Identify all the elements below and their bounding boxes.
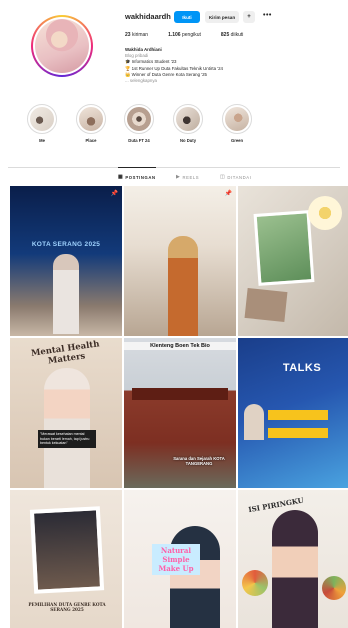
- username: wakhidaardh: [125, 12, 171, 21]
- story-highlights: Me Place Duta FT 24 No Duty Green: [0, 104, 348, 148]
- person-figure: [44, 368, 90, 488]
- followers-stat[interactable]: 1.106 pengikut: [168, 32, 201, 38]
- post-overlay-text: Mental Health Matters: [30, 339, 101, 367]
- post-caption: Sarana dan Sejarah KOTA TANGERANG: [173, 456, 225, 466]
- following-stat[interactable]: 825 diikuti: [221, 32, 244, 38]
- highlight-label: Me: [39, 138, 45, 143]
- tagged-icon: ◫: [220, 174, 226, 180]
- post-thumbnail[interactable]: Natural Simple Make Up: [124, 490, 236, 628]
- post-caption: "Merawat kesehatan mental bukan berarti …: [38, 430, 96, 448]
- tab-posts[interactable]: ▦ POSTINGAN: [118, 167, 156, 180]
- post-thumbnail[interactable]: Mental Health Matters "Merawat kesehatan…: [10, 338, 122, 488]
- highlight-image: [176, 107, 200, 131]
- profile-stats: 23 kiriman 1.106 pengikut 825 diikuti: [125, 32, 243, 38]
- post-overlay-text: KOTA SERANG 2025: [31, 241, 101, 248]
- post-overlay-text: Klenteng Boen Tek Bio: [124, 342, 236, 350]
- posts-stat: 23 kiriman: [125, 32, 149, 38]
- tab-tagged[interactable]: ◫ DITANDAI: [220, 174, 251, 180]
- banner-bar: [268, 410, 328, 420]
- avatar[interactable]: [31, 15, 93, 77]
- highlight-green[interactable]: Green: [220, 104, 254, 143]
- bio-more-link[interactable]: ... selengkapnya: [125, 78, 325, 84]
- highlight-label: Duta FT 24: [128, 138, 150, 143]
- pinned-icon: 📌: [224, 191, 232, 197]
- plate-decoration: [242, 570, 268, 596]
- post-thumbnail[interactable]: PEMILIHAN DUTA GENRE KOTA SERANG 2025: [10, 490, 122, 628]
- post-overlay-text: PEMILIHAN DUTA GENRE KOTA SERANG 2025: [28, 602, 106, 612]
- flower-decoration: [308, 196, 342, 230]
- highlight-image: [30, 107, 54, 131]
- avatar-image: [35, 19, 89, 73]
- profile-bio: Wakhida Ardhiani Blog pribadi 🎓 Informat…: [125, 47, 325, 84]
- highlight-me[interactable]: Me: [25, 104, 59, 143]
- speaker-photo: [244, 404, 264, 440]
- follow-button[interactable]: Ikuti: [174, 11, 200, 23]
- highlight-no-duty[interactable]: No Duty: [171, 104, 205, 143]
- photo-collage: [253, 210, 315, 286]
- highlight-label: No Duty: [179, 138, 197, 143]
- highlight-place[interactable]: Place: [74, 104, 108, 143]
- post-thumbnail[interactable]: Klenteng Boen Tek Bio Sarana dan Sejarah…: [124, 338, 236, 488]
- profile-header: wakhidaardh Ikuti Kirim pesan + ••• 23 k…: [0, 0, 348, 96]
- post-overlay-text: TALKS: [282, 362, 322, 374]
- highlight-image: [225, 107, 249, 131]
- post-thumbnail[interactable]: 📌: [124, 186, 236, 336]
- add-person-button[interactable]: +: [243, 11, 255, 23]
- post-thumbnail[interactable]: TALKS: [238, 338, 348, 488]
- profile-tabs: ▦ POSTINGAN ▶ REELS ◫ DITANDAI: [0, 167, 348, 184]
- tabs-divider: [8, 167, 340, 168]
- reels-icon: ▶: [176, 174, 181, 180]
- post-thumbnail[interactable]: ISI PIRINGKU: [238, 490, 348, 628]
- highlight-image: [127, 107, 151, 131]
- highlight-image: [79, 107, 103, 131]
- highlight-duta-ft-24[interactable]: Duta FT 24: [122, 104, 156, 143]
- person-figure: [170, 526, 220, 628]
- post-overlay-text: Natural Simple Make Up: [152, 544, 200, 575]
- post-thumbnail[interactable]: [238, 186, 348, 336]
- photo-frame: [29, 506, 105, 594]
- person-figure: [272, 510, 318, 628]
- highlight-label: Place: [85, 138, 97, 143]
- banner-bar: [268, 428, 328, 438]
- person-figure: [53, 254, 79, 334]
- temple-roof: [132, 388, 228, 400]
- more-options-icon[interactable]: •••: [263, 12, 272, 19]
- collage-paper: [244, 287, 288, 323]
- message-button[interactable]: Kirim pesan: [205, 11, 239, 23]
- tab-reels[interactable]: ▶ REELS: [176, 174, 199, 180]
- post-thumbnail[interactable]: KOTA SERANG 2025 📌: [10, 186, 122, 336]
- person-figure: [168, 236, 198, 336]
- grid-icon: ▦: [118, 174, 124, 180]
- plate-decoration: [322, 576, 346, 600]
- pinned-icon: 📌: [110, 191, 118, 197]
- highlight-label: Green: [230, 138, 244, 143]
